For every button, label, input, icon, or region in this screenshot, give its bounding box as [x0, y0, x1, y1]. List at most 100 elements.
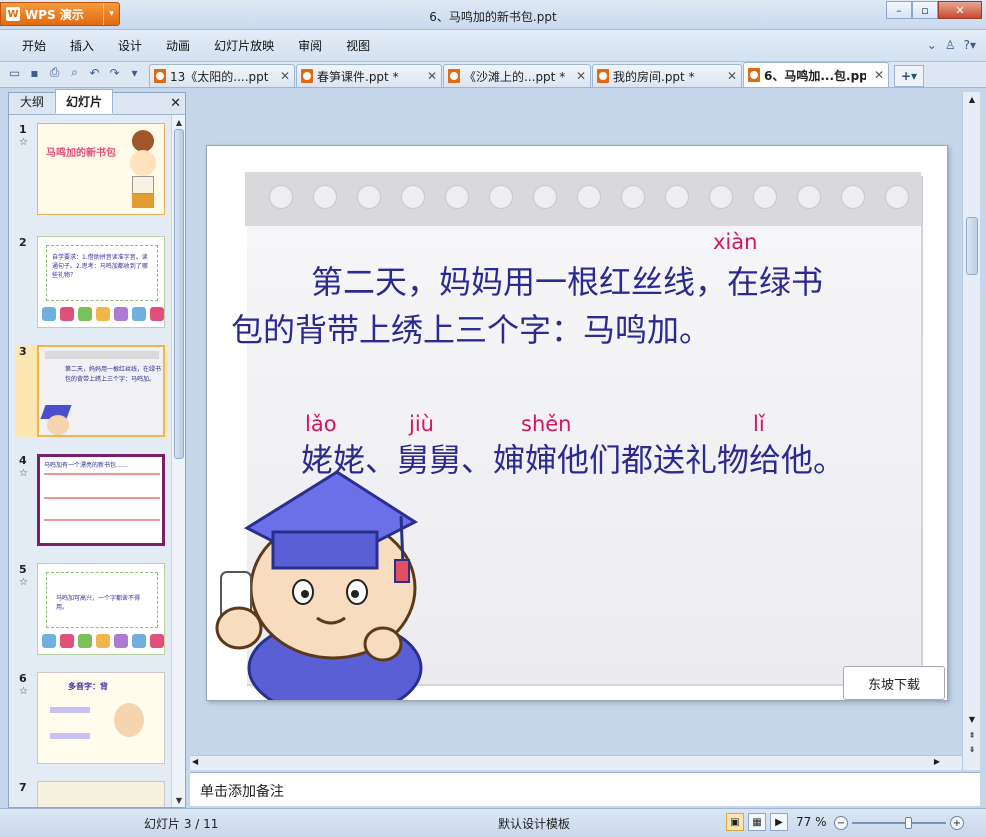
close-tab-icon[interactable]: ✕: [276, 69, 290, 83]
redo-icon[interactable]: ↷: [106, 64, 123, 81]
horizontal-scrollbar[interactable]: ◀ ▶: [190, 755, 962, 770]
undo-icon[interactable]: ↶: [86, 64, 103, 81]
new-tab-button[interactable]: +▾: [894, 65, 924, 87]
ppt-file-icon: [448, 69, 460, 83]
print-icon[interactable]: ⎙: [46, 64, 63, 81]
thumbnail-scrollbar[interactable]: ▲ ▼: [171, 115, 185, 807]
slide-canvas[interactable]: xiàn 第二天，妈妈用一根红丝线，在绿书 包的背带上绣上三个字：马鸣加。 lǎ…: [206, 145, 948, 701]
customize-toolbar-icon[interactable]: ▾: [126, 64, 143, 81]
doc-tab[interactable]: 我的房间.ppt * ✕: [592, 64, 742, 87]
schoolbag-row-image: [42, 307, 164, 321]
thumbnail-text: 多音字：背: [68, 682, 108, 691]
zoom-out-icon[interactable]: −: [834, 816, 848, 830]
slide-number: 1: [19, 123, 27, 136]
slide-text-line-2[interactable]: 包的背带上绣上三个字：马鸣加。: [231, 314, 711, 346]
menu-right-tools: ⌄ ♙ ?▾: [927, 38, 976, 52]
slide-panel: 大纲 幻灯片 ✕ 1 ☆ 马鸣加的新书包 2 自学要求：1.借助拼音读准字音。读…: [8, 89, 186, 808]
editor-scrollbar[interactable]: ▲ ▼ ⇞ ⇟: [962, 92, 980, 770]
maximize-button[interactable]: ▫: [912, 1, 938, 19]
scroll-thumb[interactable]: [966, 217, 978, 275]
scroll-up-icon[interactable]: ▲: [172, 115, 186, 129]
thumbnail-text: 马鸣加可高兴，一个字都舍不得用。: [56, 595, 141, 611]
scroll-down-icon[interactable]: ▼: [172, 793, 186, 807]
doc-tab[interactable]: 《沙滩上的...ppt * ✕: [443, 64, 591, 87]
schoolbag-row-image: [42, 634, 164, 648]
doc-tab-label: 我的房间.ppt *: [613, 69, 695, 84]
zoom-track[interactable]: [852, 817, 946, 829]
slide-number: 4: [19, 454, 27, 467]
close-button[interactable]: ✕: [938, 1, 982, 19]
minimize-button[interactable]: –: [886, 1, 912, 19]
close-tab-icon[interactable]: ✕: [870, 68, 884, 82]
pinyin-jiu: jiù: [409, 412, 434, 436]
print-preview-icon[interactable]: ⌕: [66, 64, 83, 81]
zoom-in-icon[interactable]: +: [950, 816, 964, 830]
slide-thumbnail-5[interactable]: 5 ☆ 马鸣加可高兴，一个字都舍不得用。: [15, 563, 167, 655]
menu-insert[interactable]: 插入: [58, 37, 106, 54]
slide-thumbnail-7[interactable]: 7: [15, 781, 167, 807]
slide-thumbnail-3[interactable]: 3 第二天，妈妈用一根红丝线，在绿书包的背带上绣上三个字：马鸣加。: [15, 345, 167, 437]
close-tab-icon[interactable]: ✕: [423, 69, 437, 83]
doc-tab-label: 春笋课件.ppt *: [317, 69, 399, 84]
scroll-thumb[interactable]: [174, 129, 184, 459]
slide-number: 3: [19, 345, 27, 358]
menu-view[interactable]: 视图: [334, 37, 382, 54]
skin-icon[interactable]: ♙: [945, 38, 956, 52]
scroll-right-icon[interactable]: ▶: [934, 757, 940, 766]
ppt-file-icon: [597, 69, 609, 83]
thumbnail-list: 1 ☆ 马鸣加的新书包 2 自学要求：1.借助拼音读准字音。读通句子。2.思考：…: [9, 115, 171, 807]
slide-number: 7: [19, 781, 27, 794]
save-icon[interactable]: ▪: [26, 64, 43, 81]
menu-design[interactable]: 设计: [106, 37, 154, 54]
window-controls: – ▫ ✕: [886, 1, 982, 19]
slide-text-line-1[interactable]: 第二天，妈妈用一根红丝线，在绿书: [311, 266, 823, 298]
doc-tab[interactable]: 春笋课件.ppt * ✕: [296, 64, 442, 87]
pinyin-xian: xiàn: [713, 230, 758, 254]
doc-tab[interactable]: 13《太阳的....ppt * ✕: [149, 64, 295, 87]
document-tab-bar: ▭ ▪ ⎙ ⌕ ↶ ↷ ▾ 13《太阳的....ppt * ✕ 春笋课件.ppt…: [0, 62, 986, 88]
scroll-up-icon[interactable]: ▲: [963, 92, 981, 106]
slide-thumbnail-6[interactable]: 6 ☆ 多音字：背: [15, 672, 167, 764]
tab-slides[interactable]: 幻灯片: [55, 89, 114, 114]
doc-tab-active[interactable]: 6、马鸣加...包.ppt ✕: [743, 62, 889, 87]
zoom-knob[interactable]: [905, 817, 912, 829]
thumbnail-text: 第二天，妈妈用一根红丝线，在绿书包的背带上绣上三个字：马鸣加。: [65, 366, 161, 383]
thumbnail-text: 自学要求：1.借助拼音读准字音。读通句子。2.思考：马鸣加都收到了哪些礼物？: [52, 254, 148, 279]
transition-star-icon: ☆: [19, 686, 28, 697]
normal-view-icon[interactable]: ▣: [726, 813, 744, 831]
slide-number: 2: [19, 236, 27, 249]
slideshow-view-icon[interactable]: ▶: [770, 813, 788, 831]
watermark-label: 东坡下载: [843, 666, 945, 700]
close-tab-icon[interactable]: ✕: [572, 69, 586, 83]
quick-access-toolbar: ▭ ▪ ⎙ ⌕ ↶ ↷ ▾: [0, 61, 149, 87]
ppt-file-icon: [748, 68, 760, 82]
close-tab-icon[interactable]: ✕: [723, 69, 737, 83]
menu-slideshow[interactable]: 幻灯片放映: [202, 37, 286, 54]
slide-thumbnail-4[interactable]: 4 ☆ 马鸣加有一个漂亮的新书包……: [15, 454, 167, 546]
help-icon[interactable]: ?▾: [964, 38, 976, 52]
slide-counter: 幻灯片 3 / 11: [144, 817, 219, 831]
menu-home[interactable]: 开始: [10, 37, 58, 54]
zoom-slider[interactable]: − +: [834, 813, 964, 833]
slide-thumbnail-1[interactable]: 1 ☆ 马鸣加的新书包: [15, 123, 167, 215]
sorter-view-icon[interactable]: ▦: [748, 813, 766, 831]
child-image: [114, 703, 144, 737]
tab-outline[interactable]: 大纲: [9, 89, 55, 114]
status-bar: 幻灯片 3 / 11 默认设计模板 ▣ ▦ ▶ 77 % − +: [0, 808, 986, 837]
pinyin-shen: shěn: [521, 412, 572, 436]
next-slide-icon[interactable]: ⇟: [963, 742, 981, 756]
slide-number: 6: [19, 672, 27, 685]
template-name[interactable]: 默认设计模板: [498, 815, 570, 832]
scroll-down-icon[interactable]: ▼: [963, 712, 981, 726]
slide-number: 5: [19, 563, 27, 576]
menu-review[interactable]: 审阅: [286, 37, 334, 54]
transition-star-icon: ☆: [19, 577, 28, 588]
menu-animation[interactable]: 动画: [154, 37, 202, 54]
collapse-ribbon-icon[interactable]: ⌄: [927, 38, 937, 52]
close-panel-icon[interactable]: ✕: [170, 96, 181, 111]
scroll-left-icon[interactable]: ◀: [192, 757, 198, 766]
open-icon[interactable]: ▭: [6, 64, 23, 81]
prev-slide-icon[interactable]: ⇞: [963, 728, 981, 742]
slide-thumbnail-2[interactable]: 2 自学要求：1.借助拼音读准字音。读通句子。2.思考：马鸣加都收到了哪些礼物？: [15, 236, 167, 328]
notes-pane[interactable]: 单击添加备注: [190, 772, 980, 806]
